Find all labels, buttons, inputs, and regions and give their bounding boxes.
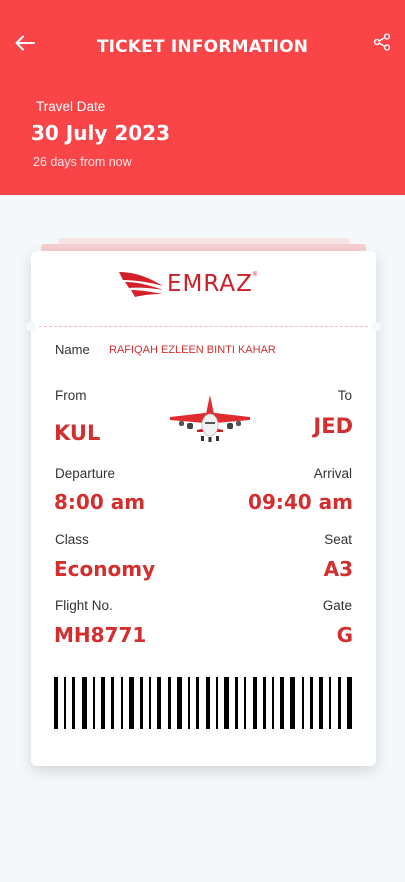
barcode-bar bbox=[176, 677, 182, 729]
registered-mark: ® bbox=[252, 272, 258, 278]
barcode-bar bbox=[244, 677, 247, 729]
barcode-bar bbox=[319, 677, 324, 729]
arrival-label: Arrival bbox=[313, 466, 352, 481]
barcode-bar bbox=[101, 677, 106, 729]
passenger-name-label: Name bbox=[55, 342, 90, 357]
share-icon bbox=[373, 33, 391, 51]
barcode-bar bbox=[196, 677, 200, 729]
barcode-bar bbox=[309, 677, 313, 729]
logo-text: EMRAZ bbox=[167, 271, 253, 297]
page-title: TICKET INFORMATION bbox=[96, 37, 309, 57]
barcode-bar bbox=[290, 677, 296, 729]
barcode-bar bbox=[205, 677, 210, 729]
airline-logo: EMRAZ ® bbox=[119, 270, 257, 298]
ticket-tear-line bbox=[26, 322, 381, 331]
to-airport: JED bbox=[313, 414, 353, 438]
seat-label: Seat bbox=[324, 532, 352, 547]
barcode-bar bbox=[81, 677, 87, 729]
barcode-bar bbox=[54, 677, 58, 729]
barcode-bar bbox=[337, 677, 341, 729]
barcode-bar bbox=[215, 677, 218, 729]
app-header: TICKET INFORMATION Travel Date 30 July 2… bbox=[0, 0, 405, 195]
boarding-pass: EMRAZ ® Name RAFIQAH EZLEEN BINTI KAHAR … bbox=[26, 251, 381, 766]
barcode-bar bbox=[329, 677, 332, 729]
barcode-bar bbox=[272, 677, 275, 729]
from-label: From bbox=[55, 388, 87, 403]
barcode-bar bbox=[120, 677, 123, 729]
barcode-bar bbox=[128, 677, 134, 729]
barcode-bar bbox=[64, 677, 67, 729]
barcode-bar bbox=[280, 677, 285, 729]
flight-label: Flight No. bbox=[55, 598, 113, 613]
arrival-time: 09:40 am bbox=[248, 490, 353, 514]
barcode-bar bbox=[72, 677, 76, 729]
gate-number: G bbox=[336, 623, 353, 647]
barcode-bar bbox=[92, 677, 95, 729]
departure-label: Departure bbox=[55, 466, 116, 481]
barcode-bar bbox=[149, 677, 152, 729]
travel-class: Economy bbox=[54, 557, 156, 581]
from-airport: KUL bbox=[54, 421, 101, 445]
barcode-bar bbox=[301, 677, 304, 729]
barcode-bar bbox=[235, 677, 239, 729]
gate-label: Gate bbox=[322, 598, 352, 613]
barcode-bar bbox=[262, 677, 266, 729]
travel-date-label: Travel Date bbox=[36, 99, 106, 114]
barcode-bar bbox=[223, 677, 229, 729]
share-button[interactable] bbox=[371, 31, 393, 53]
barcode-bar bbox=[346, 677, 352, 729]
to-label: To bbox=[337, 388, 352, 403]
airplane-icon bbox=[170, 395, 250, 442]
barcode-icon bbox=[54, 677, 352, 729]
barcode-bar bbox=[252, 677, 257, 729]
barcode-bar bbox=[188, 677, 191, 729]
barcode-bar bbox=[111, 677, 115, 729]
flight-number: MH8771 bbox=[54, 623, 147, 647]
departure-time: 8:00 am bbox=[54, 490, 146, 514]
days-from-now: 26 days from now bbox=[33, 155, 132, 169]
wing-logo-icon bbox=[119, 272, 163, 297]
barcode-bar bbox=[167, 677, 171, 729]
barcode-bar bbox=[139, 677, 143, 729]
seat-number: A3 bbox=[323, 557, 353, 581]
travel-date: 30 July 2023 bbox=[31, 121, 170, 145]
barcode-bar bbox=[157, 677, 162, 729]
passenger-name: RAFIQAH EZLEEN BINTI KAHAR bbox=[109, 344, 276, 356]
class-label: Class bbox=[55, 532, 89, 547]
